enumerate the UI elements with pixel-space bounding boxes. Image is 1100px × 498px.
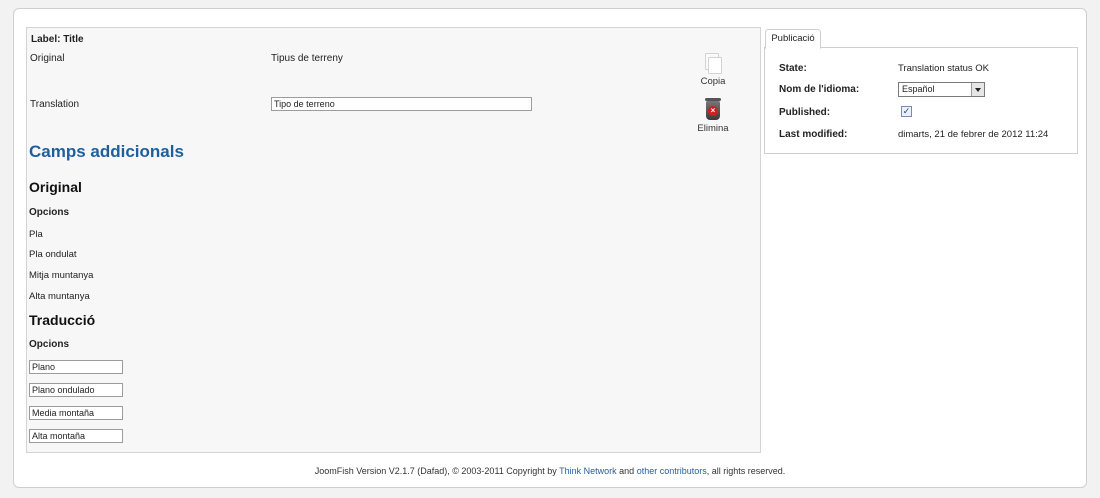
translation-option-input[interactable]: Plano <box>29 360 123 374</box>
translation-option-input[interactable]: Media montaña <box>29 406 123 420</box>
think-network-link[interactable]: Think Network <box>559 466 617 476</box>
original-label: Original <box>30 53 65 64</box>
modified-label: Last modified: <box>779 129 848 140</box>
original-options-label: Opcions <box>29 207 70 218</box>
translation-input[interactable]: Tipo de terreno <box>271 97 532 111</box>
published-checkbox[interactable]: ✓ <box>901 106 912 117</box>
translation-options-label: Opcions <box>29 339 70 350</box>
original-option: Alta muntanya <box>29 291 90 302</box>
tab-publicacio[interactable]: Publicació <box>765 29 821 49</box>
copy-label: Copia <box>700 76 726 87</box>
extra-fields-heading: Camps addicionals <box>29 142 184 161</box>
original-option: Mitja muntanya <box>29 270 94 281</box>
original-option: Pla <box>29 229 43 240</box>
translation-panel: Label: Title Original Tipus de terreny T… <box>26 27 761 453</box>
delete-button[interactable]: × Elimina <box>695 98 731 134</box>
other-contributors-link[interactable]: other contributors <box>637 466 707 476</box>
delete-label: Elimina <box>697 123 729 134</box>
copy-icon <box>705 53 722 74</box>
footer-suffix: , all rights reserved. <box>706 466 786 476</box>
translation-label: Translation <box>30 99 80 110</box>
footer: JoomFish Version V2.1.7 (Dafad), © 2003-… <box>14 466 1086 476</box>
language-select[interactable]: Español <box>898 82 985 97</box>
copy-button[interactable]: Copia <box>695 53 731 87</box>
language-label: Nom de l'idioma: <box>779 84 860 95</box>
trash-icon: × <box>705 98 721 120</box>
footer-prefix: JoomFish Version V2.1.7 (Dafad), © 2003-… <box>314 466 560 476</box>
footer-middle: and <box>616 466 637 476</box>
published-label: Published: <box>779 107 831 118</box>
chevron-down-icon[interactable] <box>971 83 984 96</box>
language-select-value: Español <box>902 84 935 94</box>
label-title: Label: Title <box>31 34 84 45</box>
content-container: Label: Title Original Tipus de terreny T… <box>13 8 1087 488</box>
translation-option-input[interactable]: Plano ondulado <box>29 383 123 397</box>
original-heading: Original <box>29 179 82 195</box>
state-label: State: <box>779 63 807 74</box>
publication-panel: State: Translation status OK Nom de l'id… <box>764 47 1078 154</box>
translation-heading: Traducció <box>29 312 96 328</box>
original-option: Pla ondulat <box>29 249 77 260</box>
state-value: Translation status OK <box>898 63 989 74</box>
modified-value: dimarts, 21 de febrer de 2012 11:24 <box>898 129 1049 140</box>
original-value: Tipus de terreny <box>271 53 343 64</box>
translation-option-input[interactable]: Alta montaña <box>29 429 123 443</box>
